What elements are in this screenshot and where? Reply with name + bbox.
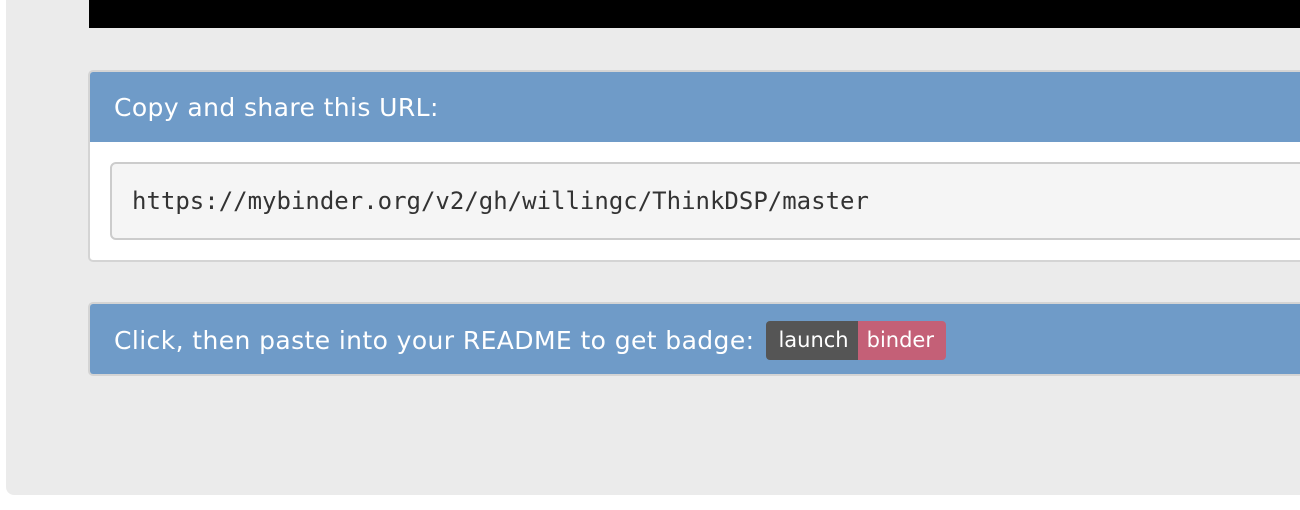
launch-binder-badge[interactable]: launch binder xyxy=(766,320,946,360)
badge-header: Click, then paste into your README to ge… xyxy=(90,304,1300,374)
share-url-header-label: Copy and share this URL: xyxy=(114,92,439,122)
share-url-field[interactable]: https://mybinder.org/v2/gh/willingc/Thin… xyxy=(110,162,1300,240)
share-url-header: Copy and share this URL: xyxy=(90,72,1300,142)
share-url-value: https://mybinder.org/v2/gh/willingc/Thin… xyxy=(132,187,869,215)
top-dark-bar xyxy=(89,0,1300,28)
badge-right-segment: binder xyxy=(857,320,946,360)
badge-card: Click, then paste into your README to ge… xyxy=(88,302,1300,376)
badge-header-label: Click, then paste into your README to ge… xyxy=(114,325,755,355)
share-url-card: Copy and share this URL: https://mybinde… xyxy=(88,70,1300,262)
badge-left-segment: launch xyxy=(766,320,858,360)
